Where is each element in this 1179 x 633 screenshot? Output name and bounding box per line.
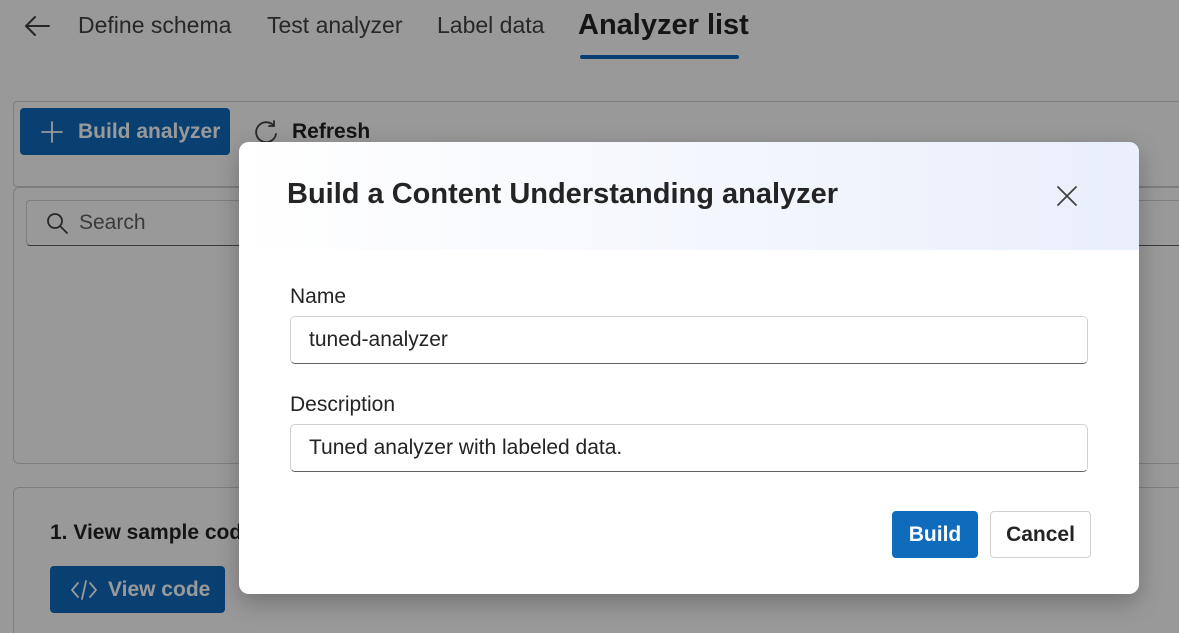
name-field[interactable]: [290, 316, 1088, 364]
name-label: Name: [290, 285, 347, 308]
page: Define schema Test analyzer Label data A…: [0, 0, 1179, 633]
description-field[interactable]: [290, 424, 1088, 472]
build-analyzer-dialog: Build a Content Understanding analyzer N…: [239, 142, 1139, 594]
build-button[interactable]: Build: [892, 511, 978, 558]
dialog-title: Build a Content Understanding analyzer: [287, 178, 839, 210]
close-button[interactable]: [1051, 180, 1083, 212]
close-icon: [1057, 186, 1077, 206]
cancel-button[interactable]: Cancel: [990, 511, 1091, 558]
description-label: Description: [290, 393, 396, 416]
